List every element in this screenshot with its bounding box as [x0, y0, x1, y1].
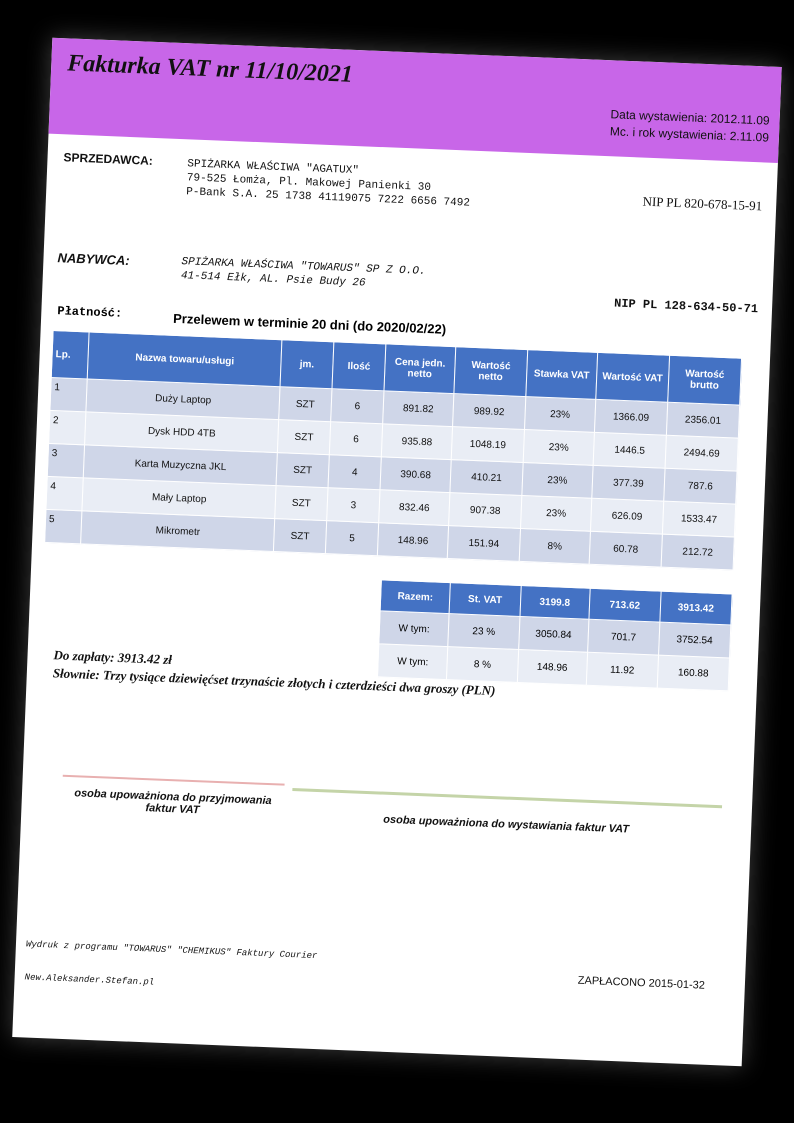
cell-unit: SZT	[273, 518, 327, 554]
summary-vat: 701.7	[587, 619, 660, 656]
col-net-value: Wartość netto	[453, 346, 528, 397]
items-table: Lp. Nazwa towaru/usługi jm. Ilość Cena j…	[44, 330, 742, 571]
cell-vat-rate: 23%	[520, 495, 592, 532]
summary-vat-rate-header: St. VAT	[449, 582, 521, 617]
cell-qty: 6	[329, 421, 383, 457]
cell-vat-value: 60.78	[589, 531, 663, 568]
seller-label: SPRZEDAWCA:	[63, 150, 154, 168]
issuer-signature-line	[292, 787, 723, 809]
cell-lp: 5	[44, 509, 83, 544]
cell-vat-rate: 23%	[521, 462, 594, 499]
invoice-page: Fakturka VAT nr 11/10/2021 Data wystawie…	[12, 37, 782, 1067]
col-unit: jm.	[279, 339, 334, 389]
program-footer: Wydruk z programu "TOWARUS" "CHEMIKUS" F…	[24, 917, 319, 1017]
summary-net: 148.96	[516, 649, 588, 686]
summary-net-total: 3199.8	[519, 585, 591, 620]
cell-unit-price: 891.82	[382, 390, 454, 427]
cell-unit: SZT	[278, 386, 332, 422]
summary-gross: 3752.54	[658, 622, 731, 658]
cell-name: Mikrometr	[81, 510, 275, 552]
cell-vat-value: 377.39	[591, 465, 666, 502]
summary-vat-total: 713.62	[588, 588, 661, 623]
issuer-signature-label: osoba upoważniona do wystawiania faktur …	[383, 813, 630, 836]
col-vat-rate: Stawka VAT	[525, 349, 598, 400]
cell-net-value: 151.94	[447, 525, 521, 562]
paid-stamp: ZAPŁACONO 2015-01-32	[577, 974, 706, 992]
col-vat-value: Wartość VAT	[595, 352, 670, 403]
receiver-signature-line	[62, 774, 285, 786]
cell-gross-value: 2356.01	[666, 402, 740, 439]
cell-unit-price: 390.68	[380, 456, 452, 493]
col-gross-value: Wartość brutto	[667, 355, 742, 406]
payment-label: Płatność:	[57, 304, 123, 321]
cell-unit-price: 148.96	[377, 522, 449, 559]
receiver-signature-label: osoba upoważniona do przyjmowania faktur…	[74, 787, 272, 817]
summary-vat: 11.92	[586, 652, 659, 689]
cell-qty: 6	[330, 388, 385, 424]
summary-gross: 160.88	[656, 655, 730, 691]
payment-terms: Przelewem w terminie 20 dni (do 2020/02/…	[172, 310, 447, 337]
seller-nip: NIP PL 820-678-15-91	[642, 193, 763, 214]
cell-lp: 3	[47, 443, 86, 478]
cell-qty: 4	[327, 454, 382, 490]
cell-net-value: 907.38	[448, 492, 522, 529]
invoice-title: Fakturka VAT nr 11/10/2021	[66, 50, 354, 88]
cell-unit: SZT	[276, 452, 330, 488]
cell-qty: 5	[325, 520, 379, 556]
cell-vat-value: 1366.09	[594, 399, 668, 436]
col-unit-price: Cena jedn. netto	[384, 343, 456, 394]
cell-net-value: 410.21	[449, 459, 524, 496]
col-qty: Ilość	[331, 341, 386, 391]
cell-lp: 2	[48, 410, 87, 445]
header-band: Fakturka VAT nr 11/10/2021 Data wystawie…	[48, 37, 782, 163]
cell-gross-value: 212.72	[661, 534, 735, 571]
summary-vat-rate: 23 %	[448, 613, 520, 650]
summary-gross-total: 3913.42	[659, 591, 733, 625]
program-line-1: Wydruk z programu "TOWARUS" "CHEMIKUS" F…	[25, 939, 318, 962]
col-lp: Lp.	[51, 330, 90, 379]
cell-gross-value: 787.6	[663, 468, 738, 505]
program-line-2: New.Aleksander.Stefan.pl	[24, 972, 155, 988]
col-name: Nazwa towaru/usługi	[87, 331, 282, 387]
summary-label: Razem:	[380, 579, 451, 614]
cell-unit-price: 935.88	[381, 423, 453, 460]
cell-unit: SZT	[277, 419, 331, 455]
buyer-label: NABYWCA:	[57, 250, 131, 269]
buyer-nip: NIP PL 128-634-50-71	[613, 296, 759, 317]
cell-gross-value: 2494.69	[665, 435, 739, 472]
summary-label: W tym:	[378, 610, 450, 647]
cell-vat-value: 626.09	[590, 498, 664, 535]
cell-unit-price: 832.46	[378, 489, 450, 526]
cell-lp: 1	[49, 377, 88, 412]
cell-lp: 4	[45, 476, 84, 511]
cell-vat-rate: 23%	[524, 396, 596, 433]
cell-vat-rate: 23%	[523, 429, 595, 466]
cell-qty: 3	[326, 487, 381, 523]
cell-vat-rate: 8%	[519, 528, 591, 565]
cell-net-value: 1048.19	[451, 426, 525, 463]
summary-net: 3050.84	[518, 616, 589, 653]
invoice-dates: Data wystawienia: 2012.11.09 Mc. i rok w…	[609, 106, 770, 146]
cell-gross-value: 1533.47	[662, 501, 736, 538]
cell-unit: SZT	[274, 485, 328, 521]
cell-net-value: 989.92	[452, 393, 526, 430]
cell-vat-value: 1446.5	[593, 432, 667, 469]
